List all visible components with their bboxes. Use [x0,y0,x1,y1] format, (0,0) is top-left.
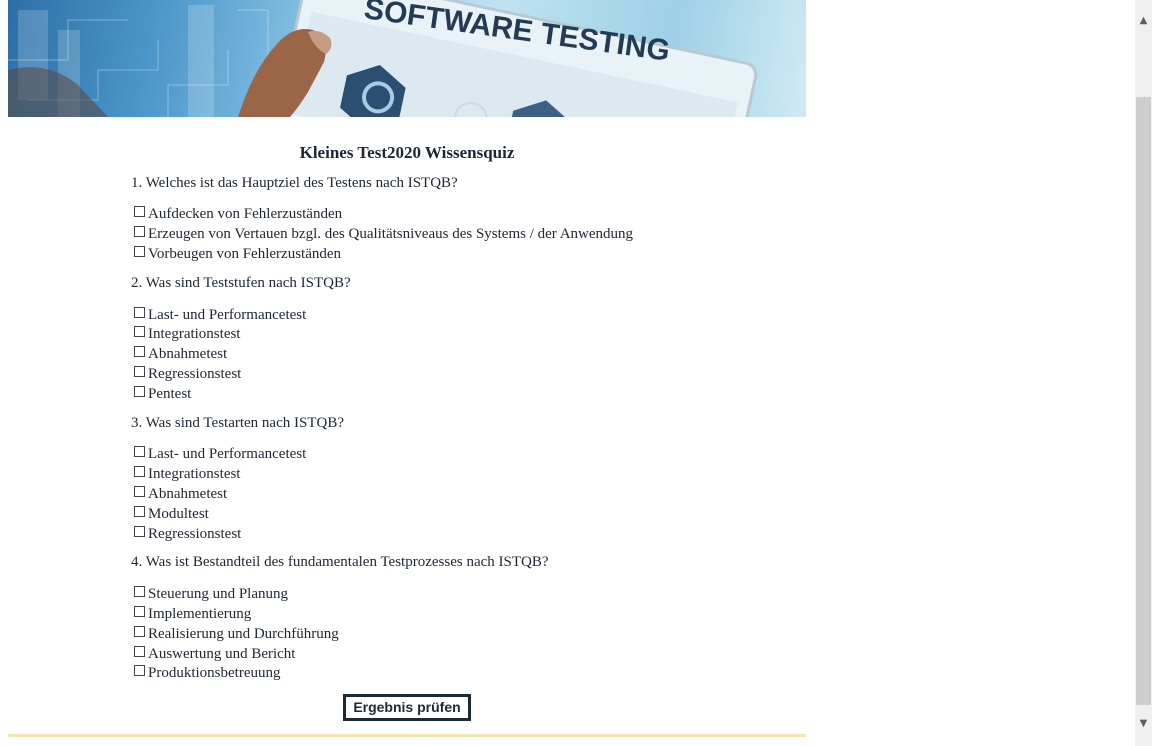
scrollbar-thumb[interactable] [1136,97,1151,705]
option-label: Abnahmetest [148,346,228,362]
q2-option-3[interactable]: Abnahmetest [134,345,227,365]
option-label: Pentest [148,386,192,402]
checkbox[interactable] [134,206,145,217]
q2-option-5[interactable]: Pentest [134,385,191,405]
q3-option-3[interactable]: Abnahmetest [134,485,227,505]
page-content: SOFTWARE TESTING Kleines Test2020 Wissen… [8,0,806,746]
checkbox[interactable] [134,466,145,477]
q2-option-2[interactable]: Integrationstest [134,325,240,345]
option-label: Auswertung und Bericht [148,646,296,662]
chevron-down-icon[interactable]: ▼ [1135,715,1152,732]
check-result-button[interactable]: Ergebnis prüfen [343,694,471,721]
checkbox[interactable] [134,386,145,397]
checkbox[interactable] [134,665,145,676]
q3-option-1[interactable]: Last- und Performancetest [134,445,306,465]
option-label: Modultest [148,506,209,522]
question-4: 4. Was ist Bestandteil des fundamentalen… [131,554,549,570]
option-label: Erzeugen von Vertauen bzgl. des Qualität… [148,226,634,242]
option-label: Abnahmetest [148,486,228,502]
quiz-title: Kleines Test2020 Wissensquiz [299,143,515,162]
option-label: Regressionstest [148,366,242,382]
option-label: Steuerung und Planung [148,586,288,602]
checkbox[interactable] [134,226,145,237]
banner-illustration: SOFTWARE TESTING [8,0,758,117]
checkbox[interactable] [134,606,145,617]
checkbox[interactable] [134,626,145,637]
q4-option-1[interactable]: Steuerung und Planung [134,585,288,605]
q3-option-4[interactable]: Modultest [134,505,209,525]
footer-divider [8,734,806,737]
q4-option-4[interactable]: Auswertung und Bericht [134,645,295,665]
vertical-scrollbar[interactable]: ▲ ▼ [1135,0,1152,746]
checkbox[interactable] [134,366,145,377]
checkbox[interactable] [134,486,145,497]
chevron-up-icon[interactable]: ▲ [1135,12,1152,29]
checkbox[interactable] [134,246,145,257]
q1-option-2[interactable]: Erzeugen von Vertauen bzgl. des Qualität… [134,225,633,245]
option-label: Produktionsbetreuung [148,665,281,681]
option-label: Vorbeugen von Fehlerzuständen [148,246,342,262]
checkbox[interactable] [134,586,145,597]
hero-banner: SOFTWARE TESTING [8,0,806,117]
q3-option-5[interactable]: Regressionstest [134,525,241,545]
question-2: 2. Was sind Teststufen nach ISTQB? [131,275,351,291]
q1-option-1[interactable]: Aufdecken von Fehlerzuständen [134,205,342,225]
option-label: Regressionstest [148,526,242,542]
q1-option-3[interactable]: Vorbeugen von Fehlerzuständen [134,245,341,265]
q3-option-2[interactable]: Integrationstest [134,465,240,485]
q4-option-2[interactable]: Implementierung [134,605,251,625]
checkbox[interactable] [134,506,145,517]
check-result-label: Ergebnis prüfen [346,697,468,718]
option-label: Integrationstest [148,466,241,482]
option-label: Realisierung und Durchführung [148,626,339,642]
option-label: Last- und Performancetest [148,307,307,323]
checkbox[interactable] [134,307,145,318]
checkbox[interactable] [134,326,145,337]
option-label: Last- und Performancetest [148,446,307,462]
checkbox[interactable] [134,446,145,457]
question-3: 3. Was sind Testarten nach ISTQB? [131,415,344,431]
checkbox[interactable] [134,346,145,357]
q2-option-4[interactable]: Regressionstest [134,365,241,385]
option-label: Aufdecken von Fehlerzuständen [148,206,343,222]
checkbox[interactable] [134,526,145,537]
q2-option-1[interactable]: Last- und Performancetest [134,306,306,326]
question-1: 1. Welches ist das Hauptziel des Testens… [131,175,458,191]
option-label: Integrationstest [148,326,241,342]
q4-option-3[interactable]: Realisierung und Durchführung [134,625,339,645]
q4-option-5[interactable]: Produktionsbetreuung [134,664,281,684]
option-label: Implementierung [148,606,252,622]
checkbox[interactable] [134,646,145,657]
